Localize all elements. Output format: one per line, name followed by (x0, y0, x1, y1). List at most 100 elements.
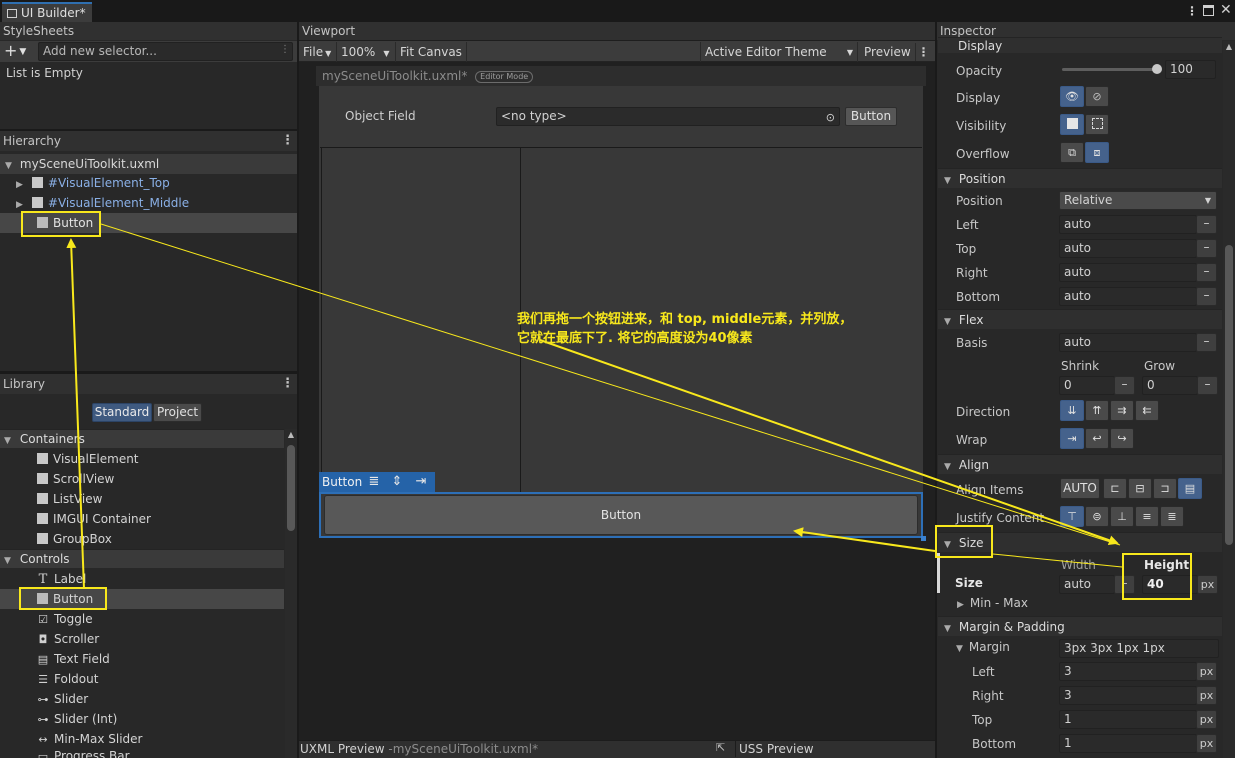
viewport-menu-icon[interactable]: ⋮ (915, 43, 931, 61)
bottom-field[interactable]: auto (1059, 287, 1197, 306)
margin-left-field[interactable]: 3 (1059, 662, 1197, 681)
align-items-end-icon[interactable]: ⊐ (1153, 478, 1177, 499)
position-dropdown[interactable]: Relative ▼ (1059, 191, 1217, 210)
direction-row-icon[interactable]: ⇉ (1110, 400, 1134, 421)
align-text-icon[interactable]: ≣ (366, 473, 382, 491)
top-field[interactable]: auto (1059, 239, 1197, 258)
basis-field[interactable]: auto (1059, 333, 1197, 352)
section-display[interactable]: Display (938, 37, 1222, 53)
hierarchy-item[interactable]: ▶ #VisualElement_Top (0, 173, 297, 193)
expand-arrow-icon[interactable]: ▶ (16, 200, 23, 210)
grow-unit-dropdown[interactable]: – (1197, 376, 1218, 395)
display-none-eye-slash-icon[interactable]: ⊘ (1085, 86, 1109, 107)
width-field[interactable]: auto (1059, 575, 1115, 594)
category-controls[interactable]: ▼ Controls (0, 549, 284, 568)
collapse-arrow-icon[interactable]: ▼ (944, 317, 951, 327)
height-unit-dropdown[interactable]: px (1197, 575, 1218, 594)
object-field-button[interactable]: Button (845, 107, 897, 126)
overflow-visible-icon[interactable]: ⧉ (1060, 142, 1084, 163)
vertical-resize-icon[interactable]: ⇕ (389, 473, 405, 491)
justify-end-icon[interactable]: ⊥ (1110, 506, 1134, 527)
bottom-unit-dropdown[interactable]: – (1196, 287, 1217, 306)
grow-field[interactable]: 0 (1142, 376, 1198, 395)
library-scrollbar-thumb[interactable] (287, 445, 295, 531)
open-external-icon[interactable]: ⇱ (716, 741, 730, 754)
library-tab-standard[interactable]: Standard (92, 403, 152, 422)
wrap-reverse-icon[interactable]: ↪ (1110, 428, 1134, 449)
left-unit-dropdown[interactable]: – (1196, 215, 1217, 234)
resize-handle[interactable] (921, 536, 926, 541)
shrink-field[interactable]: 0 (1059, 376, 1115, 395)
visibility-hidden-icon[interactable] (1085, 114, 1109, 135)
margin-left-unit[interactable]: px (1196, 662, 1217, 681)
library-item[interactable]: ▤ Text Field (37, 649, 110, 669)
library-item[interactable]: ⊶ Slider (37, 689, 89, 709)
hierarchy-item[interactable]: ▶ #VisualElement_Middle (0, 193, 297, 213)
add-stylesheet-button[interactable]: + ▼ (4, 42, 34, 60)
margin-right-field[interactable]: 3 (1059, 686, 1197, 705)
collapse-arrow-icon[interactable]: ▼ (944, 176, 951, 186)
library-item[interactable]: VisualElement (37, 449, 139, 469)
zoom-dropdown[interactable]: 100% ▼ (336, 42, 389, 62)
margin-right-unit[interactable]: px (1196, 686, 1217, 705)
overflow-hidden-icon[interactable]: ⧈ (1085, 142, 1109, 163)
library-item[interactable]: ☑ Toggle (37, 609, 93, 629)
margin-top-unit[interactable]: px (1196, 710, 1217, 729)
direction-column-icon[interactable]: ⇊ (1060, 400, 1084, 421)
right-field[interactable]: auto (1059, 263, 1197, 282)
margin-bottom-unit[interactable]: px (1196, 734, 1217, 753)
more-menu-icon[interactable]: ⋮ (1186, 3, 1198, 19)
direction-row-reverse-icon[interactable]: ⇇ (1135, 400, 1159, 421)
theme-dropdown[interactable]: Active Editor Theme ▼ (700, 42, 858, 62)
justify-space-around-icon[interactable]: ≣ (1160, 506, 1184, 527)
category-containers[interactable]: ▼ Containers (0, 429, 284, 448)
min-max-foldout[interactable]: ▶ Min - Max (957, 593, 1028, 613)
collapse-arrow-icon[interactable]: ▼ (956, 644, 963, 654)
left-field[interactable]: auto (1059, 215, 1197, 234)
object-picker-icon[interactable]: ⊙ (826, 109, 835, 126)
shrink-unit-dropdown[interactable]: – (1114, 376, 1135, 395)
library-menu-icon[interactable]: ⋮ (281, 377, 294, 391)
display-visible-eye-icon[interactable]: 👁 (1060, 86, 1084, 107)
library-item[interactable]: T Label (37, 569, 87, 589)
library-item[interactable]: IMGUI Container (37, 509, 151, 529)
library-item[interactable]: GroupBox (37, 529, 112, 549)
file-menu[interactable]: File ▼ (299, 42, 331, 62)
justify-space-between-icon[interactable]: ≡ (1135, 506, 1159, 527)
fit-canvas-button[interactable]: Fit Canvas (395, 42, 467, 62)
margin-field[interactable]: 3px 3px 1px 1px (1059, 639, 1219, 658)
margin-bottom-field[interactable]: 1 (1059, 734, 1197, 753)
library-item[interactable]: ↔ Min-Max Slider (37, 729, 142, 749)
library-item[interactable]: ▭ Progress Bar (37, 749, 130, 758)
align-items-stretch-icon[interactable]: ▤ (1178, 478, 1202, 499)
horizontal-resize-icon[interactable]: ⇥ (412, 473, 430, 491)
basis-unit-dropdown[interactable]: – (1196, 333, 1217, 352)
collapse-arrow-icon[interactable]: ▼ (4, 556, 11, 566)
library-item[interactable]: ◘ Scroller (37, 629, 100, 649)
hierarchy-menu-icon[interactable]: ⋮ (281, 134, 294, 148)
collapse-arrow-icon[interactable]: ▼ (944, 462, 951, 472)
library-item[interactable]: ⊶ Slider (Int) (37, 709, 118, 729)
opacity-slider-thumb[interactable] (1152, 64, 1162, 74)
object-field-input[interactable]: <no type> ⊙ (496, 107, 840, 126)
section-position[interactable]: ▼ Position (938, 168, 1222, 188)
window-tab[interactable]: UI Builder* (2, 2, 92, 22)
align-items-start-icon[interactable]: ⊏ (1103, 478, 1127, 499)
scroll-up-arrow-icon[interactable]: ▲ (286, 430, 296, 439)
margin-top-field[interactable]: 1 (1059, 710, 1197, 729)
justify-start-icon[interactable]: ⊤ (1060, 506, 1084, 527)
collapse-arrow-icon[interactable]: ▼ (944, 624, 951, 634)
direction-column-reverse-icon[interactable]: ⇈ (1085, 400, 1109, 421)
close-icon[interactable]: ✕ (1220, 2, 1232, 18)
wrap-wrap-icon[interactable]: ↩ (1085, 428, 1109, 449)
expand-arrow-icon[interactable]: ▶ (957, 600, 964, 610)
right-unit-dropdown[interactable]: – (1196, 263, 1217, 282)
library-item[interactable]: ☰ Foldout (37, 669, 98, 689)
justify-center-icon[interactable]: ⊜ (1085, 506, 1109, 527)
hierarchy-root[interactable]: ▼ mySceneUiToolkit.uxml (0, 154, 297, 174)
align-items-center-icon[interactable]: ⊟ (1128, 478, 1152, 499)
collapse-arrow-icon[interactable]: ▼ (4, 436, 11, 446)
section-align[interactable]: ▼ Align (938, 454, 1222, 474)
expand-arrow-icon[interactable]: ▶ (16, 180, 23, 190)
opacity-field[interactable]: 100 (1165, 60, 1216, 79)
